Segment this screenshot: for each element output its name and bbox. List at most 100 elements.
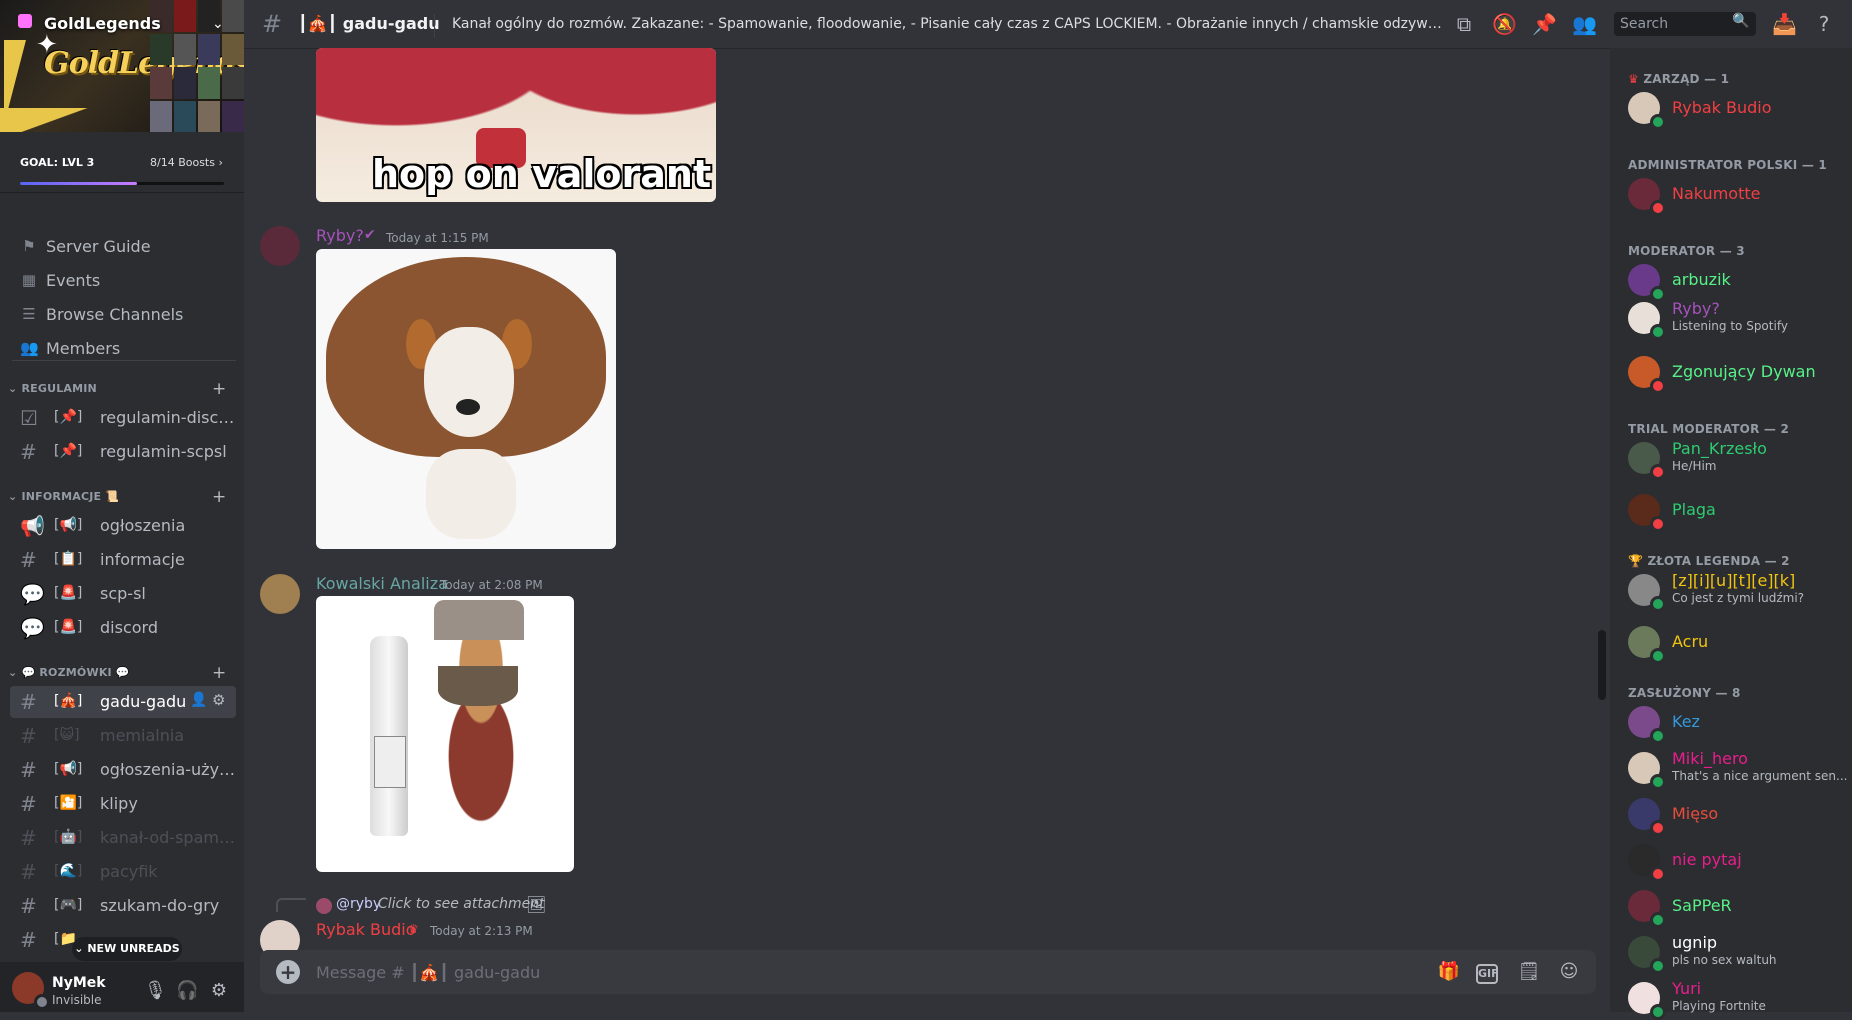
message-attachment-image[interactable]	[316, 249, 616, 549]
member-name[interactable]: Zgonujący Dywan	[1672, 362, 1816, 381]
member-activity: Co jest z tymi ludźmi?	[1672, 591, 1805, 605]
channel-label: memialnia	[100, 726, 185, 745]
avatar[interactable]	[260, 574, 300, 614]
message-input[interactable]: Message # ┃🎪┃ gadu-gadu	[316, 963, 540, 982]
member-activity: He/Him	[1672, 459, 1717, 473]
member-activity: Listening to Spotify	[1672, 319, 1788, 333]
channel-topic[interactable]: Kanał ogólny do rozmów. Zakazane: - Spam…	[452, 16, 1442, 32]
role-label: ZŁOTA LEGENDA — 2	[1647, 554, 1790, 568]
member-name[interactable]: arbuzik	[1672, 270, 1731, 289]
gif-icon[interactable]: GIF	[1476, 964, 1499, 984]
inbox-icon[interactable]: 📥	[1772, 12, 1797, 36]
nav-label: Server Guide	[46, 237, 151, 256]
status-icon	[1650, 324, 1666, 340]
chevron-down-icon[interactable]: ⌄	[212, 16, 224, 32]
category-label: ROZMÓWKI	[39, 666, 112, 679]
nav-label: Events	[46, 271, 101, 290]
category-informacje[interactable]: ⌄ INFORMACJE 📜 +	[8, 487, 226, 507]
image-art	[374, 736, 406, 788]
chat-scrollbar[interactable]	[1598, 630, 1606, 700]
member-name[interactable]: ugnip	[1672, 933, 1717, 952]
rules-icon: ☑	[20, 406, 38, 430]
sticker-icon[interactable]: 🗒	[1516, 960, 1542, 984]
new-unreads-button[interactable]: ⌄ NEW UNREADS	[72, 937, 182, 961]
nav-events[interactable]: ▦ Events	[10, 264, 236, 296]
member-name[interactable]: Pan_Krzesło	[1672, 439, 1767, 458]
create-channel-icon[interactable]: +	[212, 487, 226, 507]
invite-icon[interactable]: 👤	[190, 692, 207, 708]
member-name[interactable]: nie pytaj	[1672, 850, 1742, 869]
chevron-right-icon: ›	[218, 156, 223, 169]
channel-regulamin-discord[interactable]: ☑ [📌] regulamin-disco...	[10, 402, 236, 434]
channel-klipy[interactable]: # [🎦] klipy	[10, 788, 236, 820]
message-author[interactable]: Kowalski Analiza	[316, 574, 448, 593]
member-name[interactable]: Yuri	[1672, 979, 1701, 998]
role-header: MODERATOR — 3	[1628, 244, 1745, 258]
channel-ogloszenia-uzytkownikow[interactable]: # [📢] ogłoszenia-użytk...	[10, 754, 236, 786]
message-author[interactable]: Rybak Budio	[316, 920, 416, 939]
headphones-icon[interactable]: 🎧	[176, 980, 198, 1002]
reply-mention[interactable]: @ryby	[336, 896, 381, 912]
reply-preview[interactable]: Click to see attachment	[378, 896, 545, 912]
member-name[interactable]: Mięso	[1672, 804, 1718, 823]
image-art	[424, 327, 514, 437]
member-name[interactable]: Plaga	[1672, 500, 1716, 519]
gear-icon[interactable]: ⚙	[212, 691, 225, 709]
channel-label: szukam-do-gry	[100, 896, 220, 915]
category-label: INFORMACJE	[21, 490, 102, 503]
member-name[interactable]: Miki_hero	[1672, 749, 1748, 768]
channel-scp-sl[interactable]: 💬 [🚨] scp-sl	[10, 578, 236, 610]
message-timestamp: Today at 2:13 PM	[430, 924, 533, 938]
channel-kanal-od-spamu[interactable]: # [🤖] kanał-od-spamu...	[10, 822, 236, 854]
emoji-icon[interactable]: ☺	[1556, 960, 1582, 984]
message-attachment-image[interactable]: hop on valorant	[316, 48, 716, 202]
channel-informacje[interactable]: # [📋] informacje	[10, 544, 236, 576]
chevron-down-icon: ⌄	[8, 490, 18, 503]
nav-server-guide[interactable]: ⚑ Server Guide	[10, 230, 236, 262]
forum-icon: 💬	[20, 616, 45, 640]
member-name[interactable]: Nakumotte	[1672, 184, 1760, 203]
server-name[interactable]: GoldLegends	[44, 14, 161, 33]
gear-icon[interactable]: ⚙	[208, 980, 230, 1002]
member-name[interactable]: [z][i][u][t][e][k]	[1672, 571, 1795, 590]
hash-icon: #	[262, 10, 283, 38]
search-icon: 🔍	[1732, 13, 1750, 29]
member-name[interactable]: Acru	[1672, 632, 1708, 651]
avatar[interactable]	[260, 226, 300, 266]
channel-gadu-gadu[interactable]: # [🎪] gadu-gadu 👤 ⚙	[10, 686, 236, 718]
nav-browse-channels[interactable]: ☰ Browse Channels	[10, 298, 236, 330]
member-name[interactable]: Kez	[1672, 712, 1700, 731]
channel-regulamin-scpsl[interactable]: # [📌] regulamin-scpsl	[10, 436, 236, 468]
member-name[interactable]: SaPPeR	[1672, 896, 1732, 915]
status-icon	[1650, 728, 1666, 744]
crown-icon: ♛	[1628, 72, 1644, 86]
help-icon[interactable]: ?	[1812, 12, 1836, 36]
member-name[interactable]: Ryby?	[1672, 299, 1720, 318]
hash-icon: #	[20, 894, 37, 918]
channel-pacyfik[interactable]: # [🌊] pacyfik	[10, 856, 236, 888]
message-author[interactable]: Ryby?	[316, 226, 364, 245]
member-name[interactable]: Rybak Budio	[1672, 98, 1772, 117]
pin-icon[interactable]: 📌	[1532, 12, 1557, 36]
channel-ogloszenia[interactable]: 📢 [📢] ogłoszenia	[10, 510, 236, 542]
category-rozmowki[interactable]: ⌄ 💬 ROZMÓWKI 💬 +	[8, 663, 226, 683]
channel-memialnia[interactable]: # [😺] memialnia	[10, 720, 236, 752]
user-name[interactable]: NyMek	[52, 975, 106, 991]
gift-icon[interactable]: 🎁	[1436, 960, 1462, 984]
category-regulamin[interactable]: ⌄ REGULAMIN +	[8, 379, 226, 399]
microphone-icon[interactable]: 🎙	[144, 980, 167, 1002]
notification-muted-icon[interactable]: 🔕	[1492, 12, 1517, 36]
channel-title: ┃🎪┃ gadu-gadu	[298, 14, 440, 33]
threads-icon[interactable]: ⧉	[1452, 12, 1476, 36]
message-attachment-image[interactable]	[316, 596, 574, 872]
create-channel-icon[interactable]: +	[212, 663, 226, 683]
channel-emoji: [🚨]	[54, 585, 83, 601]
channel-emoji: [📋]	[54, 551, 83, 567]
member-list-icon[interactable]: 👥	[1572, 12, 1597, 36]
channel-discord[interactable]: 💬 [🚨] discord	[10, 612, 236, 644]
speech-emoji-icon: 💬	[21, 666, 36, 679]
channel-szukam-do-gry[interactable]: # [🎮] szukam-do-gry	[10, 890, 236, 922]
create-channel-icon[interactable]: +	[212, 379, 226, 399]
status-icon	[1650, 114, 1666, 130]
add-attachment-icon[interactable]: +	[276, 960, 300, 984]
